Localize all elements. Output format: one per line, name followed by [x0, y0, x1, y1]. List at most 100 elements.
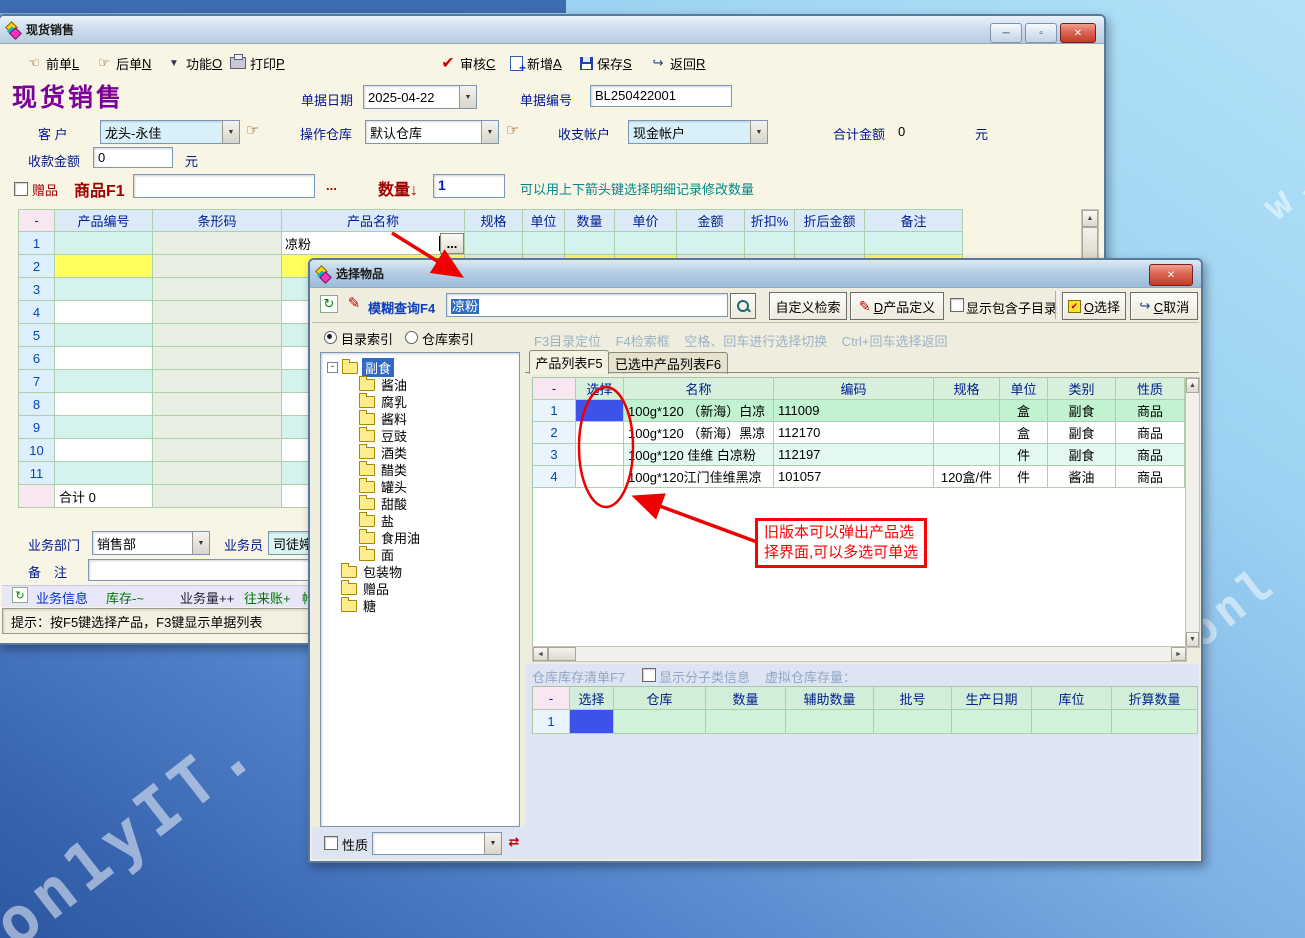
tree-item-食用油[interactable]: 食用油 — [325, 529, 519, 546]
product-cell[interactable]: 100g*120 （新海）黑凉 — [624, 422, 774, 444]
gift-checkbox[interactable] — [14, 182, 28, 196]
dialog-close-button[interactable]: ✕ — [1149, 264, 1193, 286]
column-header[interactable]: 折算数量 — [1112, 686, 1198, 710]
scroll-right-icon[interactable]: ► — [1171, 647, 1186, 661]
table-cell[interactable] — [55, 439, 153, 462]
tab-selected-list[interactable]: 已选中产品列表F6 — [608, 352, 728, 374]
row-number[interactable]: 8 — [18, 393, 55, 416]
print-button[interactable]: 打印P — [230, 52, 285, 74]
minimize-button[interactable]: ─ — [990, 23, 1022, 43]
chevron-down-icon[interactable]: ▼ — [484, 833, 501, 854]
volume-link[interactable]: 业务量++ — [180, 588, 234, 607]
product-cell[interactable]: 商品 — [1116, 444, 1185, 466]
close-button[interactable]: ✕ — [1060, 23, 1096, 43]
tree-item-酱油[interactable]: 酱油 — [325, 376, 519, 393]
product-cell[interactable]: 120盒/件 — [934, 466, 1000, 488]
product-cell[interactable]: 101057 — [774, 466, 934, 488]
warehouse-combo[interactable]: 默认仓库▼ — [365, 120, 499, 144]
chevron-down-icon[interactable]: ▼ — [459, 86, 476, 108]
product-cell[interactable]: 酱油 — [1048, 466, 1116, 488]
table-cell[interactable] — [153, 462, 282, 485]
column-header[interactable]: - — [532, 377, 576, 400]
dept-combo[interactable]: 销售部▼ — [92, 531, 210, 555]
product-cell[interactable] — [934, 422, 1000, 444]
product-cell[interactable]: 副食 — [1048, 422, 1116, 444]
cancel-button[interactable]: ↪ C取消 — [1130, 292, 1198, 320]
column-header[interactable]: - — [532, 686, 570, 710]
row-number[interactable]: 6 — [18, 347, 55, 370]
product-cell[interactable]: 件 — [1000, 444, 1048, 466]
customer-combo[interactable]: 龙头-永佳▼ — [100, 120, 240, 144]
product-table-hscrollbar[interactable]: ◄ ► — [532, 646, 1187, 662]
stock-cell[interactable] — [1112, 710, 1198, 734]
row-number[interactable]: 9 — [18, 416, 55, 439]
product-cell[interactable]: 盒 — [1000, 400, 1048, 422]
stock-cell[interactable] — [786, 710, 874, 734]
table-cell[interactable] — [55, 370, 153, 393]
tree-item-包装物[interactable]: 包装物 — [325, 563, 519, 580]
column-header[interactable]: 数量 — [565, 209, 615, 232]
stock-cell[interactable]: 1 — [532, 710, 570, 734]
show-subdir-checkbox[interactable] — [950, 298, 964, 312]
tree-item-酱料[interactable]: 酱料 — [325, 410, 519, 427]
table-cell[interactable] — [153, 439, 282, 462]
table-cell[interactable] — [677, 232, 745, 255]
table-cell[interactable] — [55, 324, 153, 347]
scroll-down-icon[interactable]: ▼ — [1186, 632, 1199, 647]
tree-item-腐乳[interactable]: 腐乳 — [325, 393, 519, 410]
product-cell[interactable]: 100g*120 （新海）白凉 — [624, 400, 774, 422]
product-define-button[interactable]: ✎ D产品定义 — [850, 292, 944, 320]
table-cell[interactable] — [865, 232, 963, 255]
product-lookup-button[interactable]: ... — [440, 233, 464, 254]
received-input[interactable]: 0 — [93, 147, 173, 168]
product-cell[interactable] — [934, 444, 1000, 466]
column-header[interactable]: 生产日期 — [952, 686, 1032, 710]
add-new-button[interactable]: 新增A — [510, 52, 562, 74]
column-header[interactable]: 选择 — [576, 377, 624, 400]
product-cell[interactable]: 商品 — [1116, 466, 1185, 488]
stock-link[interactable]: 库存-~ — [106, 588, 144, 607]
row-number[interactable]: 2 — [18, 255, 55, 278]
row-number[interactable]: 4 — [18, 301, 55, 324]
column-header[interactable]: 产品编号 — [55, 209, 153, 232]
stock-cell[interactable] — [614, 710, 706, 734]
table-cell[interactable] — [153, 255, 282, 278]
tree-item-豆豉[interactable]: 豆豉 — [325, 427, 519, 444]
product-cell[interactable]: 1 — [532, 400, 576, 422]
table-cell[interactable] — [153, 278, 282, 301]
scroll-up-icon[interactable]: ▲ — [1186, 378, 1199, 393]
product-cell[interactable]: 100g*120江门佳维黑凉 — [624, 466, 774, 488]
swap-icon[interactable]: ⇄ — [506, 834, 522, 850]
column-header[interactable]: 选择 — [570, 686, 614, 710]
tree-item-盐[interactable]: 盐 — [325, 512, 519, 529]
table-cell[interactable] — [523, 232, 565, 255]
doc-no-input[interactable]: BL250422001 — [590, 85, 732, 107]
dialog-titlebar[interactable]: 选择物品 ✕ — [310, 260, 1201, 288]
product-ellipsis[interactable]: ... — [326, 178, 337, 193]
table-cell[interactable] — [153, 347, 282, 370]
stock-cell[interactable] — [706, 710, 786, 734]
row-number[interactable]: 7 — [18, 370, 55, 393]
refresh-icon[interactable]: ↻ — [320, 295, 338, 313]
select-cell[interactable] — [576, 400, 624, 422]
column-header[interactable]: 规格 — [934, 377, 1000, 400]
column-header[interactable]: 批号 — [874, 686, 952, 710]
tree-item-面[interactable]: 面 — [325, 546, 519, 563]
table-cell[interactable] — [153, 370, 282, 393]
show-molecule-checkbox[interactable] — [642, 668, 656, 682]
select-button[interactable]: ✔ O选择 — [1062, 292, 1126, 320]
column-header[interactable]: - — [18, 209, 55, 232]
table-cell[interactable] — [55, 301, 153, 324]
select-cell[interactable] — [576, 466, 624, 488]
main-titlebar[interactable]: 现货销售 ─ ▫ ✕ — [0, 16, 1104, 44]
business-info-link[interactable]: 业务信息 — [36, 588, 88, 607]
column-header[interactable]: 折扣% — [745, 209, 795, 232]
tree-item-甜酸[interactable]: 甜酸 — [325, 495, 519, 512]
fuzzy-search-input[interactable]: 凉粉 — [446, 293, 728, 317]
column-header[interactable]: 库位 — [1032, 686, 1112, 710]
save-button[interactable]: 保存S — [580, 52, 632, 74]
column-header[interactable]: 类别 — [1048, 377, 1116, 400]
table-cell[interactable] — [795, 232, 865, 255]
table-cell[interactable]: 凉粉... — [282, 232, 465, 255]
catalog-index-radio[interactable] — [324, 331, 337, 344]
